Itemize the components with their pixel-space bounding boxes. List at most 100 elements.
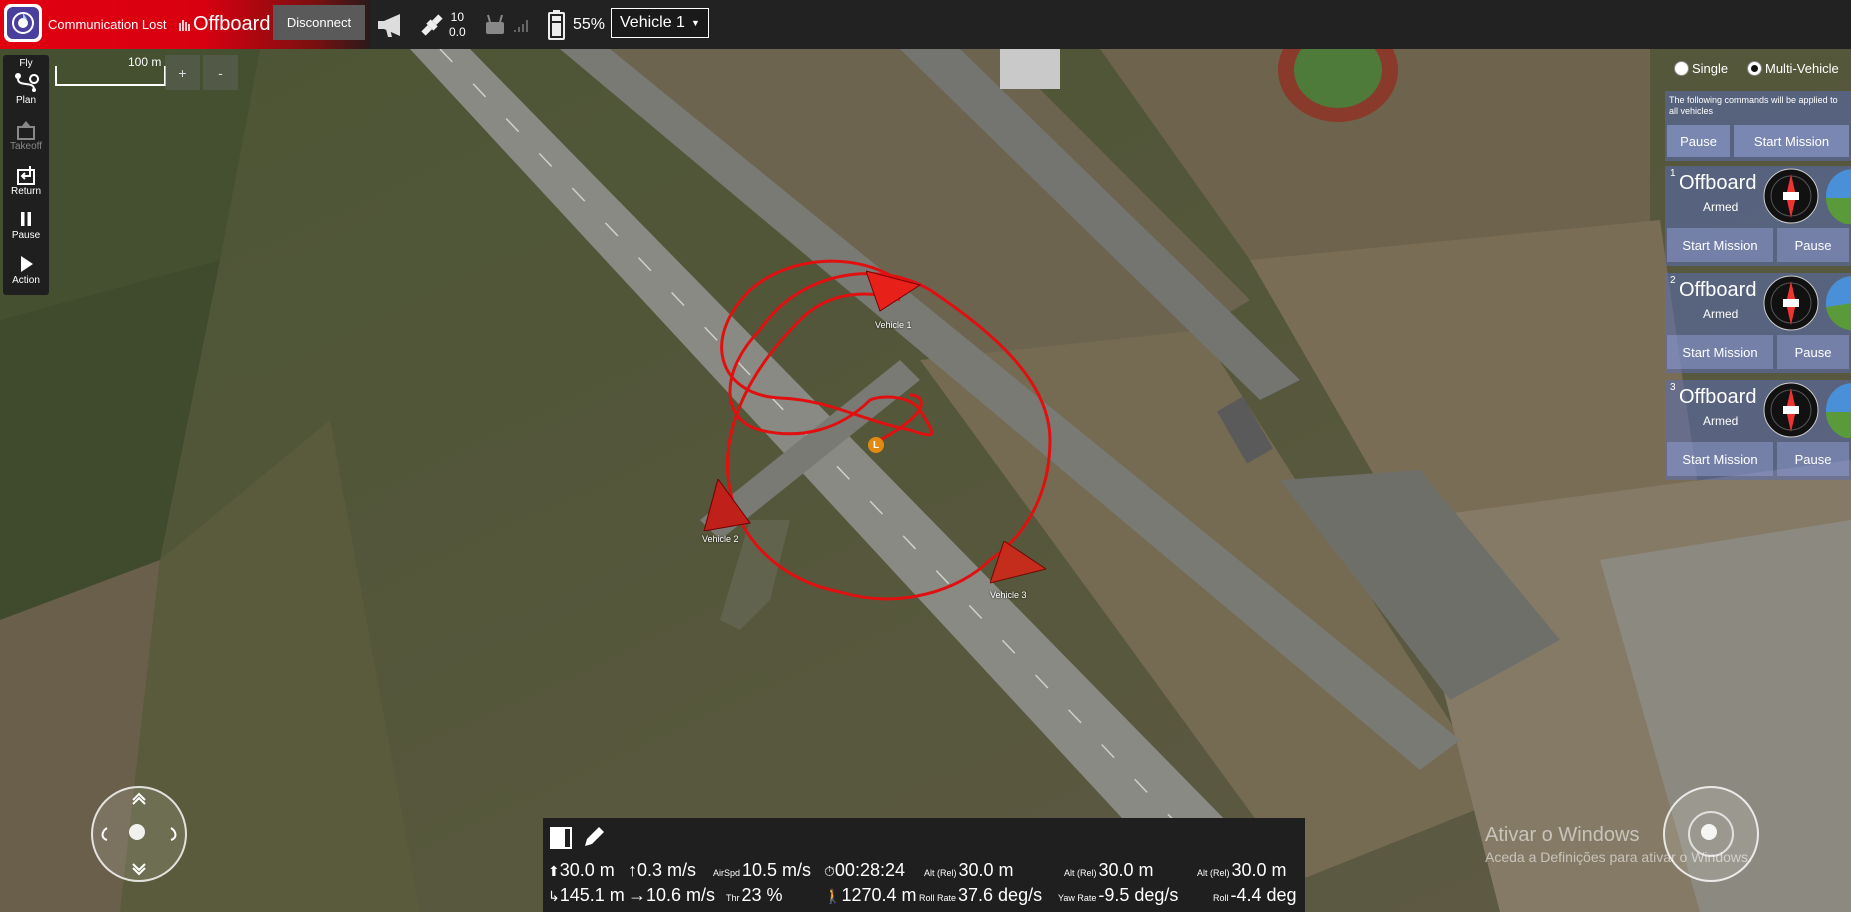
distance-icon: ↳ — [548, 888, 560, 904]
vehicle-2-marker[interactable] — [700, 479, 752, 531]
flight-time-readout: ⏱00:28:24 — [824, 860, 905, 880]
satellite-icon[interactable] — [418, 0, 446, 49]
top-toolbar: Communication Lost Offboard Disconnect 1… — [0, 0, 1851, 49]
vehicle-mode: Offboard — [1679, 172, 1757, 194]
vehicle-3-label: Vehicle 3 — [990, 590, 1027, 600]
airspeed-readout: AirSpd 10.5 m/s — [713, 860, 812, 880]
battery-percent: 55% — [573, 15, 606, 33]
yaw-rate-readout: Yaw Rate -9.5 deg/s — [1058, 885, 1179, 905]
roll-rate-readout: Roll Rate 37.6 deg/s — [919, 885, 1043, 905]
vehicle-id: 3 — [1670, 382, 1676, 393]
compass-icon — [1763, 275, 1819, 331]
toolbar-fly-label: Fly — [19, 58, 33, 69]
vehicle-mode: Offboard — [1679, 279, 1757, 301]
map-scale-bar — [55, 66, 166, 86]
edit-pencil-icon[interactable] — [581, 824, 607, 855]
single-vehicle-radio[interactable]: Single — [1674, 61, 1728, 76]
pause-label: Pause — [11, 230, 41, 241]
vehicle-armed-state: Armed — [1703, 200, 1739, 214]
multi-label: Multi-Vehicle — [1765, 61, 1839, 76]
vehicle-1-start-mission-button[interactable]: Start Mission — [1667, 228, 1773, 262]
vertical-speed-readout: ↑0.3 m/s — [628, 860, 697, 880]
return-label: Return — [10, 186, 41, 197]
joystick-knob[interactable] — [129, 824, 145, 840]
compass-icon — [1763, 382, 1819, 438]
vehicle-id: 1 — [1670, 168, 1676, 179]
alt-rel-readout-1: Alt (Rel) 30.0 m — [924, 860, 1014, 880]
throttle-readout: Thr 23 % — [726, 885, 783, 905]
ground-speed-readout: →10.6 m/s — [628, 885, 716, 905]
flight-mode-selector[interactable]: Offboard — [193, 0, 270, 49]
takeoff-tool[interactable]: Takeoff — [3, 119, 49, 152]
launch-marker[interactable]: L — [868, 437, 884, 453]
watermark-title: Ativar o Windows — [1485, 824, 1640, 846]
radio-unchecked-icon — [1674, 61, 1689, 76]
vehicle-card-1: 1 Offboard Armed Start Mission Pause — [1665, 166, 1851, 266]
vehicle-card-3: 3 Offboard Armed Start Mission Pause — [1665, 380, 1851, 480]
chevron-down-icon: ▼ — [690, 18, 700, 28]
zoom-out-button[interactable]: - — [203, 55, 238, 90]
vertical-speed-icon: ↑ — [628, 860, 637, 880]
single-label: Single — [1692, 61, 1729, 76]
left-virtual-joystick[interactable] — [91, 786, 187, 882]
windows-activation-watermark: Ativar o Windows Aceda a Definições para… — [1485, 824, 1752, 865]
vehicle-2-label: Vehicle 2 — [702, 534, 739, 544]
action-tool[interactable]: Action — [3, 253, 49, 286]
battery-icon[interactable] — [548, 0, 565, 49]
alt-rel-readout-3: Alt (Rel) 30.0 m — [1197, 860, 1287, 880]
flight-mode-icon — [179, 0, 191, 49]
start-mission-all-button[interactable]: Start Mission — [1734, 125, 1849, 157]
vehicle-1-marker[interactable] — [866, 267, 922, 313]
vehicle-1-label: Vehicle 1 — [875, 320, 912, 330]
up-arrow-icon: ⬆ — [548, 863, 560, 879]
altitude-readout: ⬆30.0 m — [548, 860, 615, 880]
pause-tool[interactable]: Pause — [3, 208, 49, 241]
disconnect-button[interactable]: Disconnect — [273, 5, 365, 40]
connection-status: Communication Lost — [48, 17, 167, 32]
vehicle-3-pause-button[interactable]: Pause — [1777, 442, 1849, 476]
attitude-indicator-icon — [1826, 276, 1851, 331]
radio-checked-icon — [1747, 61, 1762, 76]
attitude-indicator-icon — [1826, 383, 1851, 438]
qgc-logo-icon — [7, 7, 39, 39]
vehicle-mode: Offboard — [1679, 386, 1757, 408]
pause-icon — [21, 212, 31, 226]
vehicle-2-pause-button[interactable]: Pause — [1777, 335, 1849, 369]
left-toolbar: Fly Plan Takeoff Return Pause Action — [3, 55, 49, 295]
vehicle-armed-state: Armed — [1703, 307, 1739, 321]
ground-speed-icon: → — [628, 885, 646, 905]
watermark-subtitle: Aceda a Definições para ativar o Windows… — [1485, 849, 1752, 865]
hdop-value: 0.0 — [449, 24, 466, 39]
action-label: Action — [12, 275, 40, 286]
toggle-panel-icon[interactable] — [549, 826, 573, 855]
return-tool[interactable]: Return — [3, 164, 49, 197]
vehicle-selector-value: Vehicle 1 — [620, 14, 685, 31]
megaphone-icon[interactable] — [376, 0, 408, 49]
zoom-in-button[interactable]: + — [165, 55, 200, 90]
multi-vehicle-radio[interactable]: Multi-Vehicle — [1747, 61, 1839, 76]
play-icon — [21, 256, 33, 272]
pause-all-button[interactable]: Pause — [1667, 125, 1730, 157]
rc-signal-icon — [514, 0, 530, 49]
vehicle-3-start-mission-button[interactable]: Start Mission — [1667, 442, 1773, 476]
walking-icon: 🚶 — [824, 888, 842, 904]
return-icon — [17, 166, 35, 185]
rc-transmitter-icon[interactable] — [484, 0, 506, 49]
vehicle-id: 2 — [1670, 275, 1676, 286]
vehicle-3-marker[interactable] — [990, 541, 1046, 585]
vehicle-2-start-mission-button[interactable]: Start Mission — [1667, 335, 1773, 369]
trajectory-overlay — [720, 259, 1052, 601]
distance-home-readout: 🚶1270.4 m — [824, 885, 917, 905]
plan-label: Plan — [15, 95, 36, 106]
app-logo-button[interactable] — [4, 4, 42, 42]
vehicle-armed-state: Armed — [1703, 414, 1739, 428]
vehicle-1-pause-button[interactable]: Pause — [1777, 228, 1849, 262]
roll-readout: Roll -4.4 deg — [1213, 885, 1297, 905]
plan-icon — [15, 73, 40, 92]
vehicle-selector-dropdown[interactable]: Vehicle 1 ▼ — [611, 8, 709, 38]
compass-icon — [1763, 168, 1819, 224]
takeoff-label: Takeoff — [9, 141, 43, 152]
satellite-map[interactable]: Vehicle 1 Vehicle 2 Vehicle 3 L — [0, 49, 1851, 912]
plan-tool[interactable]: Plan — [3, 71, 49, 106]
distance-readout: ↳145.1 m — [548, 885, 625, 905]
